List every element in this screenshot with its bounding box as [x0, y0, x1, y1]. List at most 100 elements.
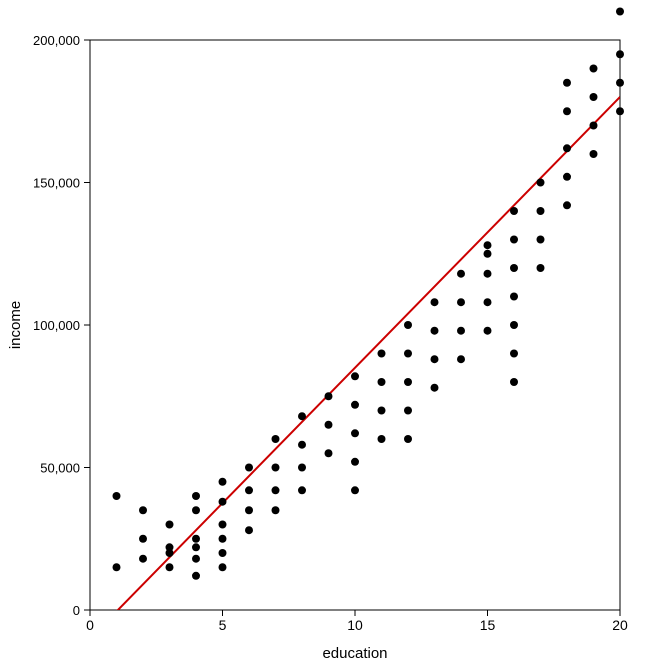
data-point — [166, 521, 174, 529]
data-point — [378, 350, 386, 358]
data-point — [219, 478, 227, 486]
data-point — [351, 458, 359, 466]
data-point — [510, 236, 518, 244]
data-point — [245, 486, 253, 494]
data-point — [404, 350, 412, 358]
svg-text:150,000: 150,000 — [33, 176, 80, 191]
data-point — [457, 355, 465, 363]
data-point — [457, 270, 465, 278]
data-point — [272, 464, 280, 472]
data-point — [510, 207, 518, 215]
data-point — [113, 492, 121, 500]
data-point — [166, 563, 174, 571]
data-point — [563, 173, 571, 181]
data-point — [510, 264, 518, 272]
svg-text:200,000: 200,000 — [33, 33, 80, 48]
data-point — [219, 549, 227, 557]
data-point — [219, 563, 227, 571]
data-point — [616, 50, 624, 58]
data-point — [510, 350, 518, 358]
data-point — [484, 270, 492, 278]
data-point — [484, 241, 492, 249]
data-point — [192, 543, 200, 551]
data-point — [431, 327, 439, 335]
data-point — [192, 492, 200, 500]
data-point — [245, 464, 253, 472]
svg-text:50,000: 50,000 — [40, 461, 80, 476]
data-point — [457, 298, 465, 306]
data-point — [510, 378, 518, 386]
data-point — [510, 321, 518, 329]
x-axis-label: education — [322, 645, 387, 662]
data-point — [590, 65, 598, 73]
data-point — [272, 506, 280, 514]
data-point — [378, 407, 386, 415]
data-point — [192, 535, 200, 543]
data-point — [219, 535, 227, 543]
data-point — [298, 412, 306, 420]
data-point — [351, 486, 359, 494]
data-point — [298, 441, 306, 449]
data-point — [351, 372, 359, 380]
data-point — [245, 506, 253, 514]
data-point — [245, 526, 253, 534]
data-point — [537, 264, 545, 272]
data-point — [537, 236, 545, 244]
svg-text:0: 0 — [86, 617, 94, 633]
data-point — [139, 535, 147, 543]
data-point — [219, 498, 227, 506]
svg-text:0: 0 — [73, 603, 80, 618]
data-point — [404, 435, 412, 443]
data-point — [192, 555, 200, 563]
data-point — [616, 79, 624, 87]
data-point — [431, 355, 439, 363]
data-point — [139, 555, 147, 563]
data-point — [298, 464, 306, 472]
svg-text:100,000: 100,000 — [33, 318, 80, 333]
data-point — [537, 179, 545, 187]
svg-text:5: 5 — [219, 617, 227, 633]
y-axis-label: income — [7, 301, 24, 349]
data-point — [404, 321, 412, 329]
data-point — [616, 8, 624, 16]
data-point — [139, 506, 147, 514]
data-point — [325, 421, 333, 429]
data-point — [457, 327, 465, 335]
data-point — [563, 201, 571, 209]
data-point — [484, 298, 492, 306]
data-point — [590, 150, 598, 158]
svg-text:10: 10 — [347, 617, 363, 633]
data-point — [563, 79, 571, 87]
data-point — [192, 572, 200, 580]
data-point — [404, 407, 412, 415]
data-point — [484, 250, 492, 258]
data-point — [404, 378, 412, 386]
data-point — [166, 549, 174, 557]
data-point — [351, 401, 359, 409]
data-point — [537, 207, 545, 215]
data-point — [431, 298, 439, 306]
data-point — [590, 93, 598, 101]
data-point — [325, 449, 333, 457]
data-point — [563, 107, 571, 115]
data-point — [272, 486, 280, 494]
data-point — [378, 435, 386, 443]
data-point — [113, 563, 121, 571]
data-point — [510, 293, 518, 301]
svg-text:15: 15 — [480, 617, 496, 633]
data-point — [563, 144, 571, 152]
data-point — [325, 392, 333, 400]
chart-container: 0 5 10 15 20 0 50,000 100,000 150,000 200,000 inco… — [0, 0, 672, 672]
data-point — [272, 435, 280, 443]
data-point — [484, 327, 492, 335]
data-point — [590, 122, 598, 130]
svg-text:20: 20 — [612, 617, 628, 633]
data-point — [431, 384, 439, 392]
data-point — [298, 486, 306, 494]
data-point — [219, 521, 227, 529]
data-point — [378, 378, 386, 386]
data-point — [616, 107, 624, 115]
data-point — [192, 506, 200, 514]
scatter-plot: 0 5 10 15 20 0 50,000 100,000 150,000 200,000 inco… — [0, 0, 672, 672]
data-point — [351, 429, 359, 437]
